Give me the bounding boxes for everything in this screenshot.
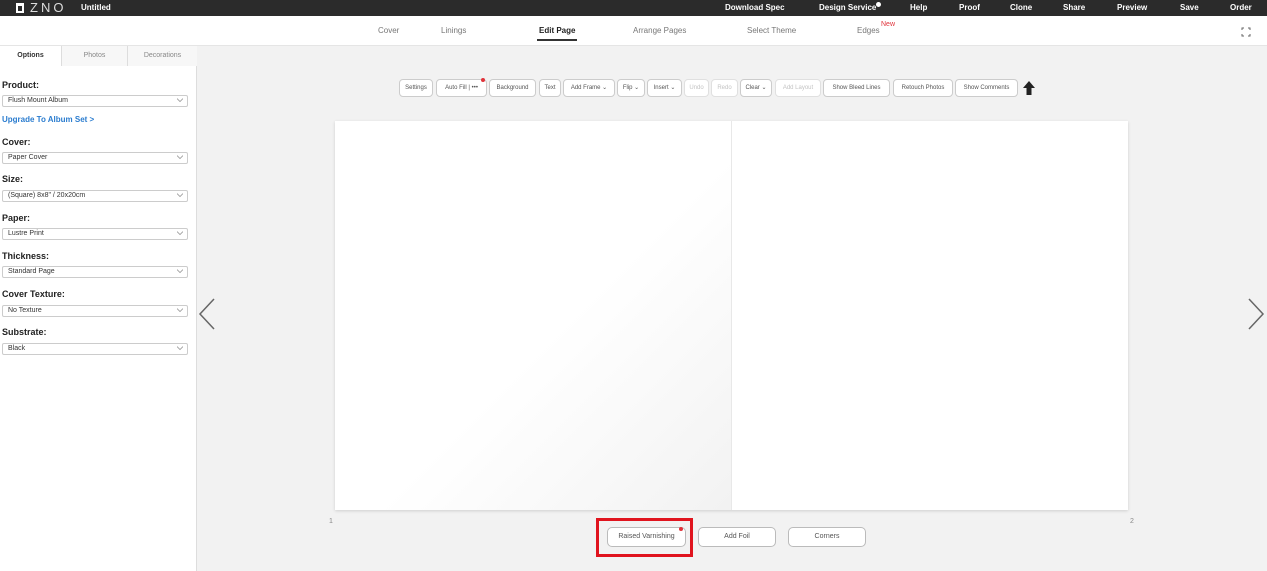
flip-button[interactable]: Flip ⌄ xyxy=(617,79,645,97)
clear-button[interactable]: Clear ⌄ xyxy=(740,79,772,97)
design-service-label: Design Service xyxy=(819,3,877,12)
top-bar: ZNO Untitled Download Spec Design Servic… xyxy=(0,0,1267,16)
left-page[interactable] xyxy=(335,121,731,510)
cover-select[interactable]: Paper Cover xyxy=(2,152,188,164)
chevron-down-icon xyxy=(177,193,183,198)
proof-link[interactable]: Proof xyxy=(959,0,980,16)
design-service-link[interactable]: Design Service xyxy=(819,0,882,16)
chevron-down-icon xyxy=(177,155,183,160)
page-spread xyxy=(335,121,1128,510)
chevron-down-icon xyxy=(177,308,183,313)
product-label: Product: xyxy=(2,80,39,90)
product-select-value: Flush Mount Album xyxy=(8,97,68,104)
cover-texture-label: Cover Texture: xyxy=(2,289,65,299)
undo-button[interactable]: Undo xyxy=(684,79,709,97)
chevron-down-icon xyxy=(177,98,183,103)
product-select[interactable]: Flush Mount Album xyxy=(2,95,188,107)
corners-button[interactable]: Corners xyxy=(788,527,866,547)
save-link[interactable]: Save xyxy=(1180,0,1199,16)
tab-edges[interactable]: Edges xyxy=(857,16,880,46)
add-foil-button[interactable]: Add Foil xyxy=(698,527,776,547)
previous-page-arrow-icon[interactable] xyxy=(198,298,216,330)
settings-button[interactable]: Settings xyxy=(399,79,433,97)
upgrade-album-set-link[interactable]: Upgrade To Album Set > xyxy=(2,115,94,124)
substrate-label: Substrate: xyxy=(2,327,47,337)
collapse-arrow-up-icon[interactable] xyxy=(1023,81,1035,95)
paper-label: Paper: xyxy=(2,213,31,223)
paper-select[interactable]: Lustre Print xyxy=(2,228,188,240)
fullscreen-icon[interactable] xyxy=(1241,27,1251,37)
step-tabs: Cover Linings Edit Page Arrange Pages Se… xyxy=(0,16,1267,46)
size-select-value: (Square) 8x8" / 20x20cm xyxy=(8,192,86,199)
insert-button[interactable]: Insert ⌄ xyxy=(647,79,682,97)
thickness-select[interactable]: Standard Page xyxy=(2,266,188,278)
cover-select-value: Paper Cover xyxy=(8,154,48,161)
redo-button[interactable]: Redo xyxy=(711,79,738,97)
help-link[interactable]: Help xyxy=(910,0,927,16)
add-layout-button[interactable]: Add Layout xyxy=(775,79,821,97)
size-label: Size: xyxy=(2,174,24,184)
text-button[interactable]: Text xyxy=(539,79,561,97)
chevron-down-icon xyxy=(177,269,183,274)
tab-cover[interactable]: Cover xyxy=(378,16,399,46)
substrate-select[interactable]: Black xyxy=(2,343,188,355)
substrate-select-value: Black xyxy=(8,345,26,352)
chevron-down-icon xyxy=(177,231,183,236)
sidebar-tabs: Options Photos Decorations xyxy=(0,46,197,66)
order-link[interactable]: Order xyxy=(1230,0,1252,16)
right-page-number: 2 xyxy=(1130,518,1134,525)
sidebar-tab-decorations[interactable]: Decorations xyxy=(128,46,197,66)
size-select[interactable]: (Square) 8x8" / 20x20cm xyxy=(2,190,188,202)
preview-link[interactable]: Preview xyxy=(1117,0,1147,16)
paper-select-value: Lustre Print xyxy=(8,230,44,237)
chevron-down-icon xyxy=(177,346,183,351)
cover-label: Cover: xyxy=(2,137,31,147)
download-spec-link[interactable]: Download Spec xyxy=(725,0,785,16)
logo-text: ZNO xyxy=(30,0,67,15)
retouch-photos-button[interactable]: Retouch Photos xyxy=(893,79,953,97)
new-badge: New xyxy=(881,21,896,28)
document-title[interactable]: Untitled xyxy=(81,0,111,16)
add-frame-button[interactable]: Add Frame ⌄ xyxy=(563,79,615,97)
right-page[interactable] xyxy=(732,121,1128,510)
show-comments-button[interactable]: Show Comments xyxy=(955,79,1018,97)
tab-linings[interactable]: Linings xyxy=(441,16,466,46)
clone-link[interactable]: Clone xyxy=(1010,0,1032,16)
zno-logo[interactable]: ZNO xyxy=(16,0,66,16)
sidebar-tab-photos[interactable]: Photos xyxy=(62,46,128,66)
left-page-number: 1 xyxy=(329,518,333,525)
cover-texture-select[interactable]: No Texture xyxy=(2,305,188,317)
auto-fill-notification-dot xyxy=(481,78,485,82)
sidebar-tab-options[interactable]: Options xyxy=(0,46,62,66)
show-bleed-lines-button[interactable]: Show Bleed Lines xyxy=(823,79,890,97)
next-page-arrow-icon[interactable] xyxy=(1247,298,1265,330)
highlight-annotation-box xyxy=(596,518,693,557)
cover-texture-select-value: No Texture xyxy=(8,307,42,314)
thickness-select-value: Standard Page xyxy=(8,268,55,275)
tab-select-theme[interactable]: Select Theme xyxy=(747,16,796,46)
background-button[interactable]: Background xyxy=(489,79,536,97)
options-sidebar: Options Photos Decorations Product: Flus… xyxy=(0,46,197,571)
tab-edit-page[interactable]: Edit Page xyxy=(536,16,578,46)
logo-mark-icon xyxy=(16,3,24,13)
thickness-label: Thickness: xyxy=(2,251,50,261)
tab-arrange-pages[interactable]: Arrange Pages xyxy=(633,16,686,46)
auto-fill-button[interactable]: Auto Fill | ••• xyxy=(436,79,487,97)
share-link[interactable]: Share xyxy=(1063,0,1085,16)
info-dot-icon xyxy=(876,2,882,7)
